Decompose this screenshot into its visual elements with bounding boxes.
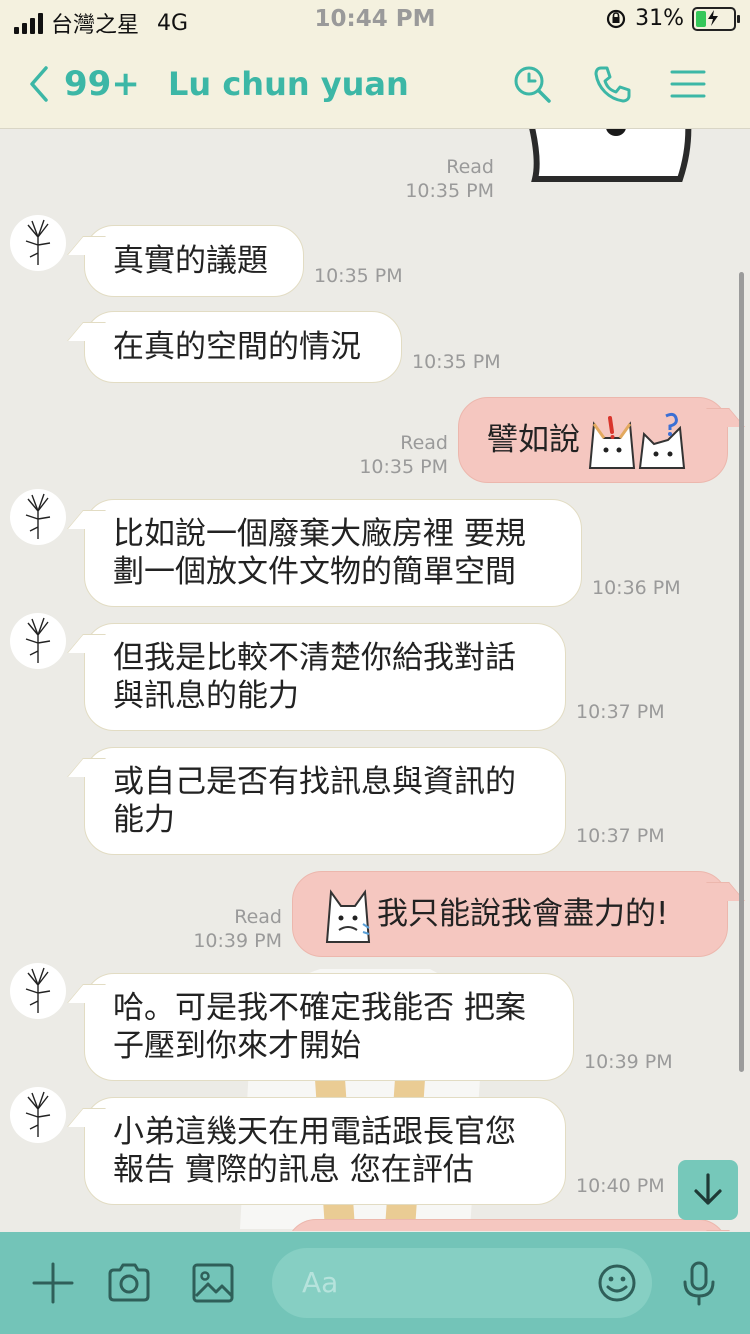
camera-icon[interactable] (106, 1260, 152, 1306)
avatar[interactable] (10, 613, 66, 669)
message-text: 與訊息的能力 (113, 678, 299, 714)
message-text: 真實的議題 (113, 243, 268, 279)
message-text: 譬如說 (487, 422, 580, 458)
orientation-lock-icon (606, 9, 626, 28)
message-time: 10:37 PM (576, 701, 665, 723)
avatar[interactable] (10, 489, 66, 545)
message-text: 或自己是否有找訊息與資訊的 (113, 764, 516, 800)
read-receipt: Read 10:35 PM (359, 432, 448, 478)
message-time: 10:39 PM (584, 1051, 673, 1073)
plus-icon[interactable] (30, 1260, 76, 1306)
dog-emoji-icon (325, 889, 371, 943)
back-button[interactable]: 99+ (26, 62, 140, 106)
avatar[interactable] (10, 963, 66, 1019)
emoji-icon[interactable] (596, 1262, 638, 1304)
incoming-message-bubble[interactable]: 真實的議題 (84, 225, 304, 297)
unread-count: 99+ (64, 64, 140, 104)
sticker-image (529, 129, 692, 182)
scrollbar[interactable] (739, 272, 744, 1072)
outgoing-message-bubble[interactable]: 譬如說 (458, 397, 728, 483)
message-time: 10:36 PM (592, 577, 681, 599)
phone-icon[interactable] (592, 64, 632, 104)
contact-name[interactable]: Lu chun yuan (168, 62, 409, 106)
menu-icon[interactable] (668, 64, 708, 104)
avatar[interactable] (10, 215, 66, 271)
status-bar: 台灣之星 4G 10:44 PM 31% (0, 0, 750, 40)
image-icon[interactable] (190, 1260, 236, 1306)
message-text: 比如說一個廢棄大廠房裡 要規 (113, 516, 526, 552)
message-text: 但我是比較不清楚你給我對話 (113, 640, 516, 676)
message-text: 在真的空間的情況 (113, 329, 361, 365)
dog-emoji-icon (588, 412, 686, 469)
incoming-message-bubble[interactable]: 小弟這幾天在用電話跟長官您 報告 實際的訊息 您在評估 (84, 1097, 566, 1205)
composer-bar: Aa (0, 1232, 750, 1334)
battery-icon (692, 6, 740, 31)
message-input-placeholder: Aa (302, 1266, 339, 1299)
message-text: 哈。可是我不確定我能否 把案 (113, 990, 526, 1026)
incoming-message-bubble[interactable]: 或自己是否有找訊息與資訊的 能力 (84, 747, 566, 855)
message-text: 小弟這幾天在用電話跟長官您 (113, 1114, 516, 1150)
microphone-icon[interactable] (676, 1260, 722, 1306)
message-time: 10:35 PM (412, 351, 501, 373)
incoming-message-bubble[interactable]: 哈。可是我不確定我能否 把案 子壓到你來才開始 (84, 973, 574, 1081)
avatar[interactable] (10, 1087, 66, 1143)
outgoing-message-bubble[interactable]: 我只能說我會盡力的! (292, 871, 728, 957)
status-right: 31% (605, 6, 740, 31)
message-time: 10:35 PM (314, 265, 403, 287)
message-text: 我只能說我會盡力的! (377, 896, 669, 932)
scroll-to-bottom-button[interactable] (678, 1160, 738, 1220)
incoming-message-bubble[interactable]: 但我是比較不清楚你給我對話 與訊息的能力 (84, 623, 566, 731)
message-input[interactable]: Aa (272, 1248, 652, 1318)
incoming-message-bubble[interactable]: 比如說一個廢棄大廠房裡 要規 劃一個放文件文物的簡單空間 (84, 499, 582, 607)
message-text: 能力 (113, 802, 175, 838)
arrow-down-icon (694, 1173, 722, 1205)
message-text: 子壓到你來才開始 (113, 1028, 361, 1064)
message-time: 10:40 PM (576, 1175, 665, 1197)
search-icon[interactable] (512, 64, 552, 104)
chat-area[interactable]: Read 10:35 PM 真實的議題 10:35 PM 在真的空間的情況 10… (0, 129, 750, 1231)
message-time: 10:37 PM (576, 825, 665, 847)
incoming-message-bubble[interactable]: 在真的空間的情況 (84, 311, 402, 383)
read-receipt: Read 10:39 PM (193, 906, 282, 952)
chat-header: 99+ Lu chun yuan (0, 40, 750, 129)
message-text: 劃一個放文件文物的簡單空間 (113, 554, 516, 590)
outgoing-message-bubble-partial[interactable] (286, 1219, 728, 1231)
chevron-left-icon (30, 66, 48, 102)
read-receipt: Read 10:35 PM (405, 156, 494, 202)
message-text: 報告 實際的訊息 您在評估 (113, 1152, 474, 1188)
battery-percent: 31% (635, 6, 684, 31)
